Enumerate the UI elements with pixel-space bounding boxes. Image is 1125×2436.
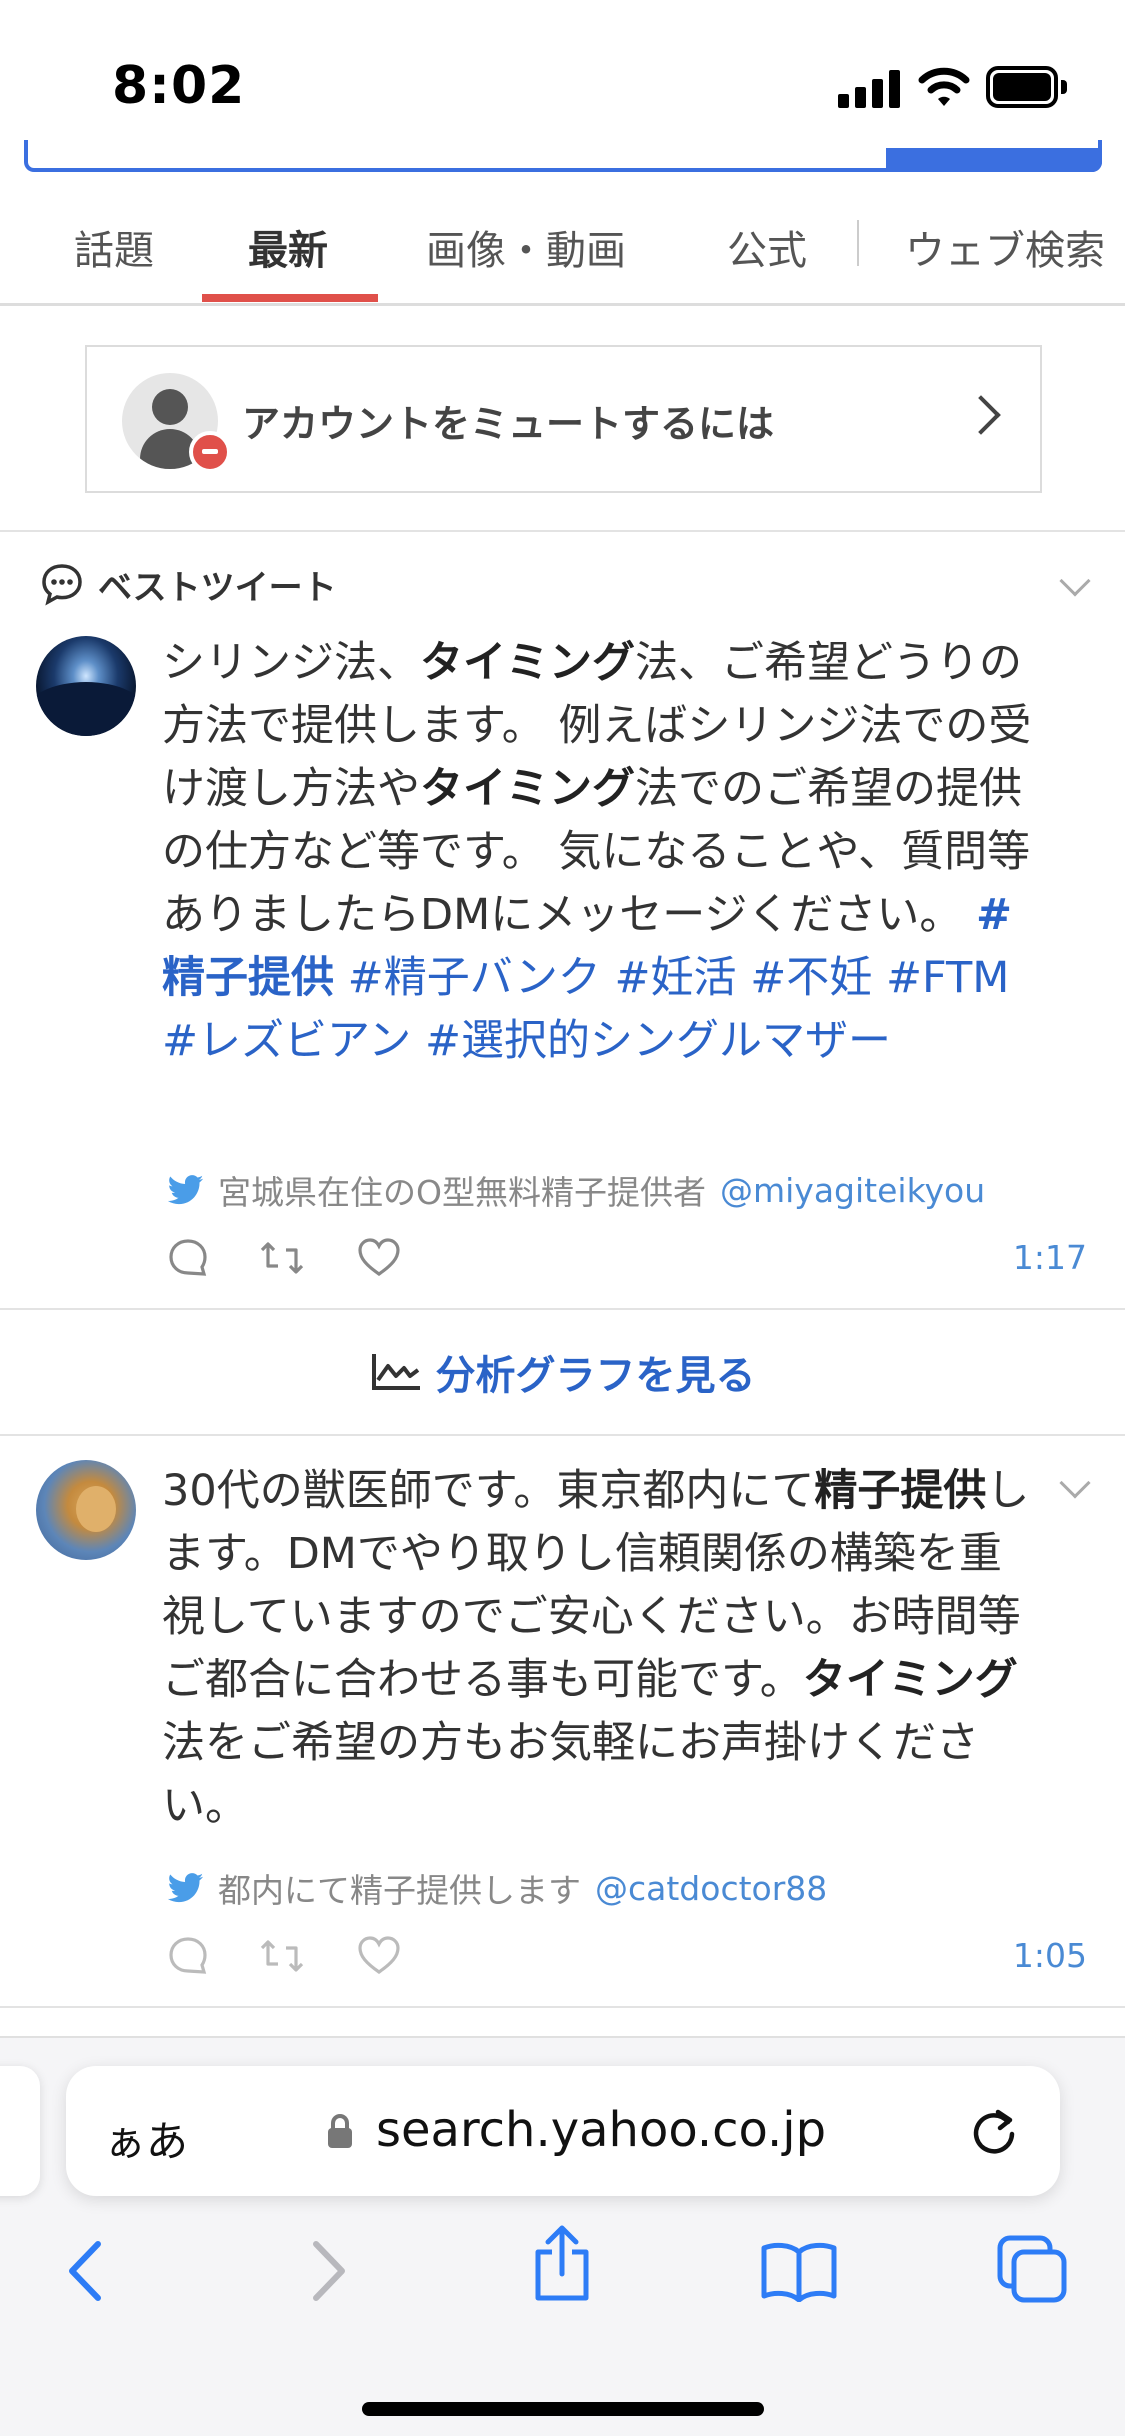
highlighted-keyword: タイミング [802, 1655, 1018, 1705]
minus-badge-icon [189, 431, 231, 473]
twitter-bird-icon [168, 1175, 204, 1205]
tab-images-videos[interactable]: 画像・動画 [426, 218, 626, 276]
tweet-text-segment: 30代の獣医師です。東京都内にて [162, 1466, 815, 1516]
author-name[interactable]: 都内にて精子提供します [218, 1864, 581, 1912]
text-size-button[interactable]: ぁあ [104, 2108, 188, 2169]
search-button-edge[interactable] [886, 148, 1102, 172]
hashtag-link[interactable]: #選択的シングルマザー [425, 1016, 891, 1066]
forward-chevron-icon[interactable] [306, 2238, 352, 2304]
previous-tab-card[interactable] [0, 2066, 40, 2196]
reply-icon[interactable] [166, 1236, 210, 1280]
retweet-icon[interactable] [258, 1236, 306, 1280]
analysis-graph-label: 分析グラフを見る [435, 1353, 756, 1399]
tweet-timestamp[interactable]: 1:17 [1013, 1238, 1087, 1277]
author-name[interactable]: 宮城県在住のO型無料精子提供者 [218, 1166, 706, 1214]
bookmarks-book-icon[interactable] [760, 2240, 838, 2302]
tab-latest[interactable]: 最新 [248, 218, 328, 276]
tweet-source: 宮城県在住のO型無料精子提供者 @miyagiteikyou [168, 1168, 985, 1212]
best-tweet-label: ベストツイート [98, 567, 337, 608]
tweet-text-segment: 法をご希望の方もお気軽にお声掛けください。 [162, 1718, 979, 1831]
status-bar: 8:02 [0, 0, 1125, 150]
tabs-overview-icon[interactable] [996, 2234, 1070, 2304]
tab-official[interactable]: 公式 [727, 218, 807, 276]
divider [0, 1434, 1125, 1436]
like-heart-icon[interactable] [356, 1236, 402, 1280]
tab-topic[interactable]: 話題 [74, 218, 154, 276]
tweet-source: 都内にて精子提供します @catdoctor88 [168, 1866, 827, 1910]
tweet-timestamp[interactable]: 1:05 [1013, 1936, 1087, 1975]
home-indicator[interactable] [362, 2402, 764, 2416]
tab-divider [857, 220, 859, 266]
speech-bubble-icon [42, 564, 82, 606]
tweet-text: 30代の獣医師です。東京都内にて精子提供します。DMでやり取りし信頼関係の構築を… [162, 1460, 1042, 1838]
tab-web-search[interactable]: ウェブ検索 [905, 218, 1105, 276]
hashtag-link[interactable]: #精子バンク [348, 953, 601, 1003]
hashtag-link[interactable]: #妊活 [615, 953, 737, 1003]
status-time: 8:02 [112, 56, 246, 116]
hashtag-link[interactable]: #レズビアン [162, 1016, 411, 1066]
address-bar[interactable]: ぁあ search.yahoo.co.jp [66, 2066, 1060, 2196]
tweet-text-segment: シリンジ法、 [162, 638, 420, 688]
chevron-down-icon[interactable] [1059, 565, 1091, 597]
wifi-icon [918, 67, 970, 106]
lock-icon [328, 2114, 352, 2148]
retweet-icon[interactable] [258, 1934, 306, 1978]
chevron-right-icon [961, 395, 1001, 435]
mute-banner-label: アカウントをミュートするには [242, 402, 775, 446]
reload-icon[interactable] [966, 2104, 1022, 2160]
divider [0, 530, 1125, 532]
mute-account-banner[interactable]: アカウントをミュートするには [85, 345, 1042, 493]
hashtag-link[interactable]: #不妊 [750, 953, 872, 1003]
share-icon[interactable] [530, 2224, 594, 2304]
chevron-down-icon[interactable] [1059, 1467, 1091, 1499]
author-handle[interactable]: @miyagiteikyou [720, 1171, 985, 1210]
active-tab-indicator [202, 294, 378, 302]
avatar[interactable] [36, 1460, 136, 1560]
highlighted-keyword: タイミング [420, 638, 635, 688]
line-chart-icon [371, 1354, 420, 1390]
highlighted-keyword: 精子提供 [814, 1466, 987, 1516]
battery-icon [986, 66, 1067, 108]
url-text[interactable]: search.yahoo.co.jp [376, 2102, 826, 2158]
author-handle[interactable]: @catdoctor88 [595, 1869, 827, 1908]
like-heart-icon[interactable] [356, 1934, 402, 1978]
back-chevron-icon[interactable] [62, 2238, 108, 2304]
analysis-graph-link[interactable]: 分析グラフを見る [0, 1310, 1125, 1434]
best-tweet-header: ベストツイート [40, 560, 337, 608]
twitter-bird-icon [168, 1873, 204, 1903]
divider [0, 2006, 1125, 2008]
reply-icon[interactable] [166, 1934, 210, 1978]
highlighted-keyword: タイミング [420, 764, 635, 814]
search-tabs: 話題 最新 画像・動画 公式 ウェブ検索 [0, 190, 1125, 306]
avatar[interactable] [36, 636, 136, 736]
cellular-signal-icon [838, 70, 900, 108]
browser-bottom-bar: ぁあ search.yahoo.co.jp [0, 2036, 1125, 2436]
hashtag-link[interactable]: #FTM [886, 953, 1009, 1003]
tweet-text: シリンジ法、タイミング法、ご希望どうりの方法で提供します。 例えばシリンジ法での… [162, 632, 1042, 1073]
